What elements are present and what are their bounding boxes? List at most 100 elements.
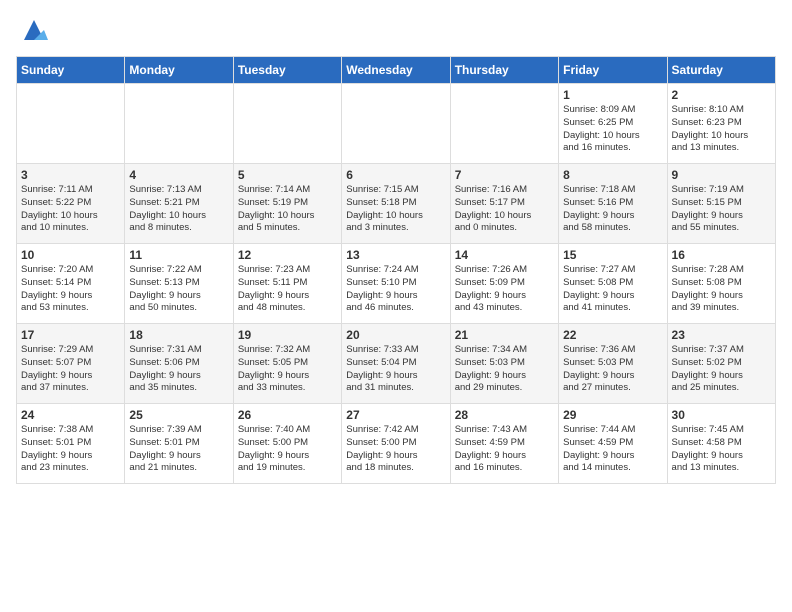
calendar-cell bbox=[125, 84, 233, 164]
week-row-5: 24 Sunrise: 7:38 AM Sunset: 5:01 PM Dayli… bbox=[17, 404, 776, 484]
calendar-cell: 16 Sunrise: 7:28 AM Sunset: 5:08 PM Dayli… bbox=[667, 244, 775, 324]
day-number: 6 bbox=[346, 168, 445, 182]
day-number: 28 bbox=[455, 408, 554, 422]
day-number: 14 bbox=[455, 248, 554, 262]
calendar-cell: 26 Sunrise: 7:40 AM Sunset: 5:00 PM Dayli… bbox=[233, 404, 341, 484]
day-number: 11 bbox=[129, 248, 228, 262]
calendar-cell: 10 Sunrise: 7:20 AM Sunset: 5:14 PM Dayli… bbox=[17, 244, 125, 324]
day-number: 26 bbox=[238, 408, 337, 422]
day-number: 5 bbox=[238, 168, 337, 182]
day-info: Sunrise: 7:45 AM Sunset: 4:58 PM Dayligh… bbox=[672, 424, 771, 475]
day-number: 23 bbox=[672, 328, 771, 342]
day-info: Sunrise: 7:44 AM Sunset: 4:59 PM Dayligh… bbox=[563, 424, 662, 475]
week-row-2: 3 Sunrise: 7:11 AM Sunset: 5:22 PM Daylig… bbox=[17, 164, 776, 244]
day-number: 25 bbox=[129, 408, 228, 422]
day-info: Sunrise: 7:36 AM Sunset: 5:03 PM Dayligh… bbox=[563, 344, 662, 395]
day-number: 16 bbox=[672, 248, 771, 262]
page-header bbox=[16, 16, 776, 44]
day-number: 21 bbox=[455, 328, 554, 342]
day-number: 7 bbox=[455, 168, 554, 182]
calendar-cell: 14 Sunrise: 7:26 AM Sunset: 5:09 PM Dayli… bbox=[450, 244, 558, 324]
calendar-cell: 17 Sunrise: 7:29 AM Sunset: 5:07 PM Dayli… bbox=[17, 324, 125, 404]
calendar-cell: 21 Sunrise: 7:34 AM Sunset: 5:03 PM Dayli… bbox=[450, 324, 558, 404]
day-info: Sunrise: 7:13 AM Sunset: 5:21 PM Dayligh… bbox=[129, 184, 228, 235]
day-info: Sunrise: 7:24 AM Sunset: 5:10 PM Dayligh… bbox=[346, 264, 445, 315]
day-info: Sunrise: 7:26 AM Sunset: 5:09 PM Dayligh… bbox=[455, 264, 554, 315]
day-info: Sunrise: 8:09 AM Sunset: 6:25 PM Dayligh… bbox=[563, 104, 662, 155]
day-info: Sunrise: 7:39 AM Sunset: 5:01 PM Dayligh… bbox=[129, 424, 228, 475]
calendar-cell: 30 Sunrise: 7:45 AM Sunset: 4:58 PM Dayli… bbox=[667, 404, 775, 484]
day-number: 22 bbox=[563, 328, 662, 342]
header-row: SundayMondayTuesdayWednesdayThursdayFrid… bbox=[17, 57, 776, 84]
calendar-cell: 24 Sunrise: 7:38 AM Sunset: 5:01 PM Dayli… bbox=[17, 404, 125, 484]
calendar-cell: 27Sunrise: 7:42 AM Sunset: 5:00 PM Dayli… bbox=[342, 404, 450, 484]
calendar-cell: 28 Sunrise: 7:43 AM Sunset: 4:59 PM Dayli… bbox=[450, 404, 558, 484]
day-header-friday: Friday bbox=[559, 57, 667, 84]
calendar-cell bbox=[450, 84, 558, 164]
day-number: 15 bbox=[563, 248, 662, 262]
day-info: Sunrise: 7:33 AM Sunset: 5:04 PM Dayligh… bbox=[346, 344, 445, 395]
day-info: Sunrise: 7:11 AM Sunset: 5:22 PM Dayligh… bbox=[21, 184, 120, 235]
week-row-4: 17 Sunrise: 7:29 AM Sunset: 5:07 PM Dayli… bbox=[17, 324, 776, 404]
day-info: Sunrise: 7:34 AM Sunset: 5:03 PM Dayligh… bbox=[455, 344, 554, 395]
day-info: Sunrise: 7:27 AM Sunset: 5:08 PM Dayligh… bbox=[563, 264, 662, 315]
day-info: Sunrise: 7:43 AM Sunset: 4:59 PM Dayligh… bbox=[455, 424, 554, 475]
day-info: Sunrise: 7:32 AM Sunset: 5:05 PM Dayligh… bbox=[238, 344, 337, 395]
day-number: 30 bbox=[672, 408, 771, 422]
day-number: 4 bbox=[129, 168, 228, 182]
calendar-cell: 5 Sunrise: 7:14 AM Sunset: 5:19 PM Daylig… bbox=[233, 164, 341, 244]
day-info: Sunrise: 7:28 AM Sunset: 5:08 PM Dayligh… bbox=[672, 264, 771, 315]
day-info: Sunrise: 7:18 AM Sunset: 5:16 PM Dayligh… bbox=[563, 184, 662, 235]
day-number: 1 bbox=[563, 88, 662, 102]
day-header-tuesday: Tuesday bbox=[233, 57, 341, 84]
day-info: Sunrise: 7:14 AM Sunset: 5:19 PM Dayligh… bbox=[238, 184, 337, 235]
calendar-cell: 8 Sunrise: 7:18 AM Sunset: 5:16 PM Daylig… bbox=[559, 164, 667, 244]
day-header-monday: Monday bbox=[125, 57, 233, 84]
calendar-cell: 15 Sunrise: 7:27 AM Sunset: 5:08 PM Dayli… bbox=[559, 244, 667, 324]
day-info: Sunrise: 7:23 AM Sunset: 5:11 PM Dayligh… bbox=[238, 264, 337, 315]
day-number: 2 bbox=[672, 88, 771, 102]
day-info: Sunrise: 7:29 AM Sunset: 5:07 PM Dayligh… bbox=[21, 344, 120, 395]
day-number: 9 bbox=[672, 168, 771, 182]
week-row-3: 10 Sunrise: 7:20 AM Sunset: 5:14 PM Dayli… bbox=[17, 244, 776, 324]
day-info: Sunrise: 7:40 AM Sunset: 5:00 PM Dayligh… bbox=[238, 424, 337, 475]
calendar-cell: 2Sunrise: 8:10 AM Sunset: 6:23 PM Daylig… bbox=[667, 84, 775, 164]
calendar-cell: 7 Sunrise: 7:16 AM Sunset: 5:17 PM Daylig… bbox=[450, 164, 558, 244]
day-number: 3 bbox=[21, 168, 120, 182]
day-info: Sunrise: 7:38 AM Sunset: 5:01 PM Dayligh… bbox=[21, 424, 120, 475]
week-row-1: 1 Sunrise: 8:09 AM Sunset: 6:25 PM Daylig… bbox=[17, 84, 776, 164]
day-number: 18 bbox=[129, 328, 228, 342]
day-number: 8 bbox=[563, 168, 662, 182]
calendar-cell: 19 Sunrise: 7:32 AM Sunset: 5:05 PM Dayli… bbox=[233, 324, 341, 404]
calendar-cell bbox=[342, 84, 450, 164]
day-number: 10 bbox=[21, 248, 120, 262]
calendar-cell: 13 Sunrise: 7:24 AM Sunset: 5:10 PM Dayli… bbox=[342, 244, 450, 324]
day-number: 19 bbox=[238, 328, 337, 342]
calendar-cell: 3 Sunrise: 7:11 AM Sunset: 5:22 PM Daylig… bbox=[17, 164, 125, 244]
calendar-cell: 12 Sunrise: 7:23 AM Sunset: 5:11 PM Dayli… bbox=[233, 244, 341, 324]
day-header-saturday: Saturday bbox=[667, 57, 775, 84]
calendar-cell: 18 Sunrise: 7:31 AM Sunset: 5:06 PM Dayli… bbox=[125, 324, 233, 404]
calendar-cell: 25 Sunrise: 7:39 AM Sunset: 5:01 PM Dayli… bbox=[125, 404, 233, 484]
day-info: Sunrise: 7:31 AM Sunset: 5:06 PM Dayligh… bbox=[129, 344, 228, 395]
calendar-cell: 9Sunrise: 7:19 AM Sunset: 5:15 PM Daylig… bbox=[667, 164, 775, 244]
calendar-cell: 6Sunrise: 7:15 AM Sunset: 5:18 PM Daylig… bbox=[342, 164, 450, 244]
calendar-cell: 22 Sunrise: 7:36 AM Sunset: 5:03 PM Dayli… bbox=[559, 324, 667, 404]
day-info: Sunrise: 7:20 AM Sunset: 5:14 PM Dayligh… bbox=[21, 264, 120, 315]
day-number: 27 bbox=[346, 408, 445, 422]
day-number: 20 bbox=[346, 328, 445, 342]
day-number: 17 bbox=[21, 328, 120, 342]
calendar-cell bbox=[17, 84, 125, 164]
day-number: 13 bbox=[346, 248, 445, 262]
day-info: Sunrise: 7:22 AM Sunset: 5:13 PM Dayligh… bbox=[129, 264, 228, 315]
day-info: Sunrise: 7:16 AM Sunset: 5:17 PM Dayligh… bbox=[455, 184, 554, 235]
day-header-sunday: Sunday bbox=[17, 57, 125, 84]
day-header-thursday: Thursday bbox=[450, 57, 558, 84]
day-number: 29 bbox=[563, 408, 662, 422]
day-number: 12 bbox=[238, 248, 337, 262]
calendar-cell bbox=[233, 84, 341, 164]
logo-icon bbox=[20, 16, 48, 44]
logo bbox=[16, 16, 48, 44]
calendar-cell: 1 Sunrise: 8:09 AM Sunset: 6:25 PM Daylig… bbox=[559, 84, 667, 164]
day-number: 24 bbox=[21, 408, 120, 422]
